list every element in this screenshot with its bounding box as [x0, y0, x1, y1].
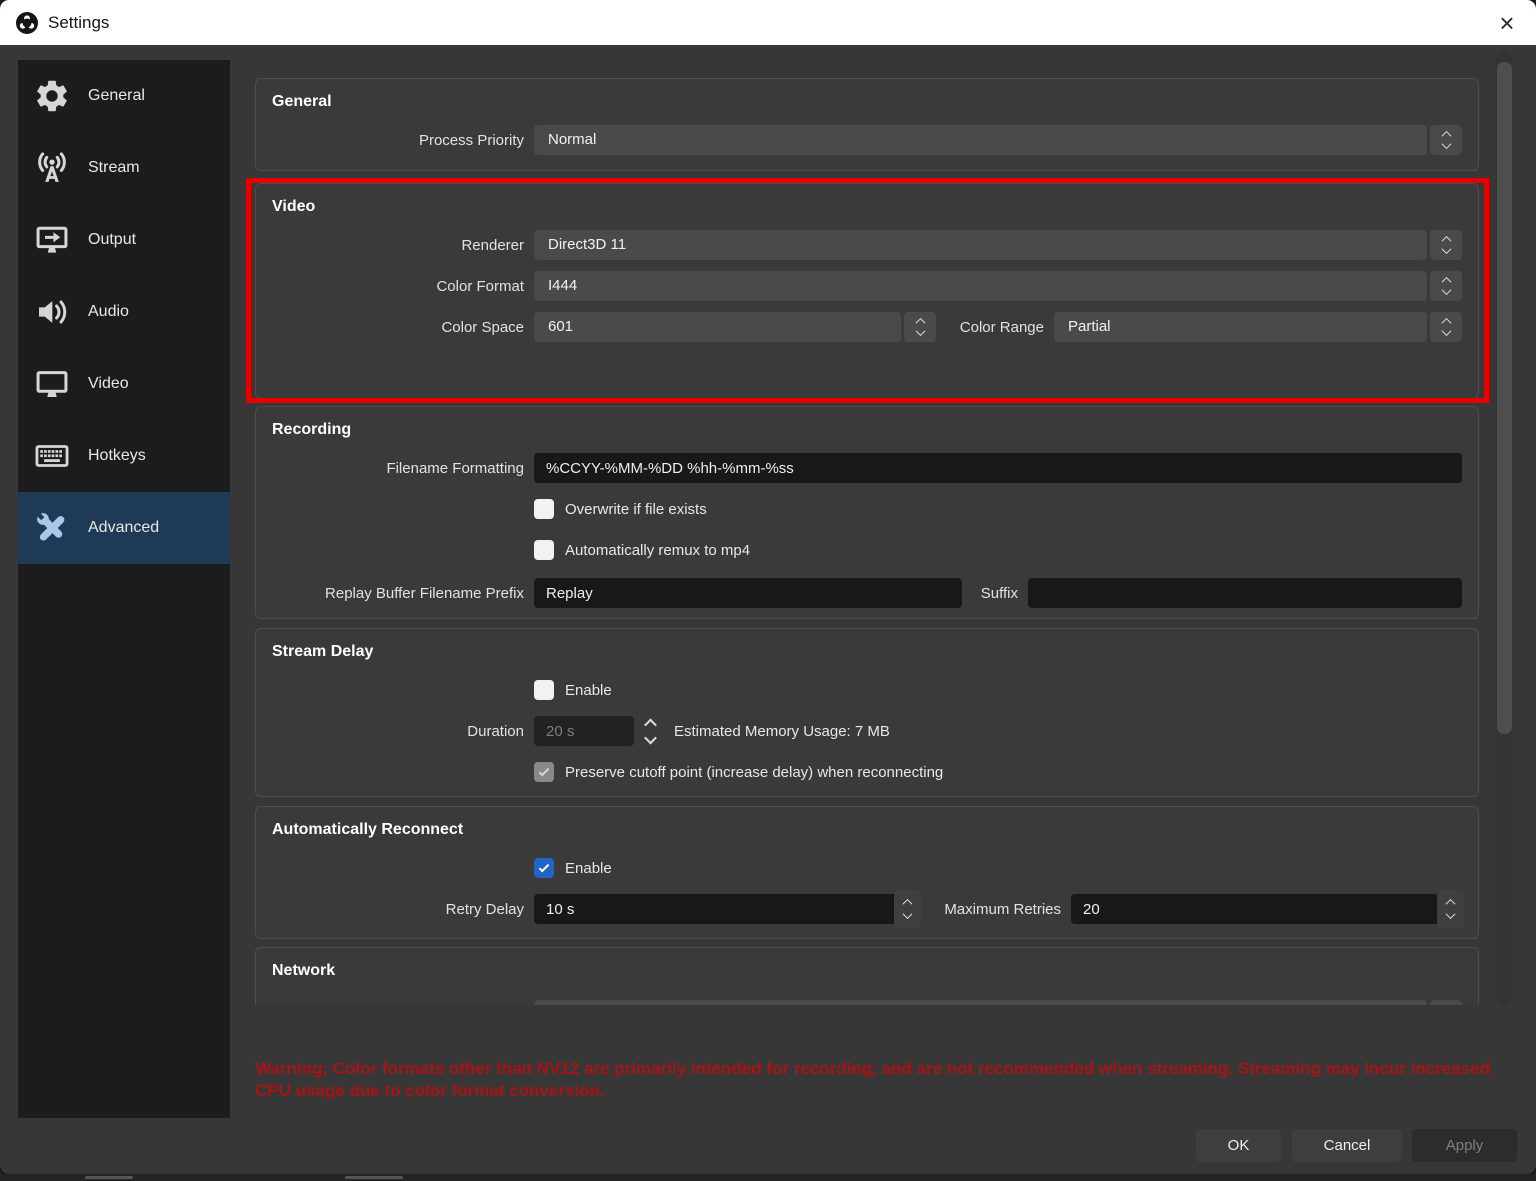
- duration-label: Duration: [272, 723, 534, 740]
- process-priority-label: Process Priority: [272, 132, 534, 149]
- preserve-cutoff-checkbox: [534, 762, 554, 782]
- chevron-up-down-icon[interactable]: [1430, 230, 1462, 260]
- color-space-value: 601: [534, 312, 901, 342]
- section-video: Video Renderer Direct3D 11 Color Format …: [255, 183, 1479, 399]
- color-range-label: Color Range: [936, 319, 1054, 336]
- color-range-value: Partial: [1054, 312, 1427, 342]
- section-stream-delay: Stream Delay Enable Duration Estimated M…: [255, 628, 1479, 797]
- section-title: Automatically Reconnect: [272, 821, 1462, 839]
- color-space-label: Color Space: [272, 319, 534, 336]
- retry-delay-label: Retry Delay: [272, 901, 534, 918]
- section-general: General Process Priority Normal: [255, 78, 1479, 171]
- chevron-up-down-icon[interactable]: [894, 890, 921, 928]
- chevron-up-down-icon[interactable]: [1430, 312, 1462, 342]
- color-format-label: Color Format: [272, 278, 534, 295]
- close-icon[interactable]: ×: [1492, 8, 1522, 38]
- preserve-cutoff-label: Preserve cutoff point (increase delay) w…: [565, 764, 943, 781]
- overwrite-checkbox[interactable]: [534, 499, 554, 519]
- taskbar-mark: [345, 1176, 403, 1179]
- color-format-value: I444: [534, 271, 1427, 301]
- section-title: Recording: [272, 421, 1462, 439]
- chevron-up-down-icon[interactable]: [1430, 271, 1462, 301]
- duration-input: [534, 716, 634, 746]
- section-auto-reconnect: Automatically Reconnect Enable Retry Del…: [255, 806, 1479, 939]
- color-range-dropdown[interactable]: Partial: [1054, 312, 1462, 342]
- section-title: Video: [272, 198, 1462, 216]
- filename-formatting-input[interactable]: [534, 453, 1462, 483]
- retry-delay-input[interactable]: [534, 894, 919, 924]
- warning-text: Warning: Color formats other than NV12 a…: [255, 1058, 1495, 1102]
- chevron-up-down-icon[interactable]: [904, 312, 936, 342]
- memory-usage-text: Estimated Memory Usage: 7 MB: [674, 723, 890, 740]
- ok-button[interactable]: OK: [1196, 1129, 1281, 1162]
- reconnect-enable-label: Enable: [565, 860, 612, 877]
- stream-delay-enable-row[interactable]: Enable: [534, 680, 612, 700]
- section-title: General: [272, 93, 1462, 111]
- bind-to-ip-dropdown[interactable]: Default: [534, 1000, 1462, 1005]
- color-space-dropdown[interactable]: 601: [534, 312, 936, 342]
- scrollbar-thumb[interactable]: [1497, 62, 1512, 734]
- process-priority-value: Normal: [534, 125, 1427, 155]
- section-network: Network Bind to IP Default: [255, 947, 1479, 1005]
- filename-formatting-label: Filename Formatting: [272, 460, 534, 477]
- apply-button[interactable]: Apply: [1412, 1129, 1517, 1162]
- taskbar-strip: [0, 1174, 1536, 1181]
- section-title: Network: [272, 962, 1462, 980]
- color-format-dropdown[interactable]: I444: [534, 271, 1462, 301]
- window-title: Settings: [48, 13, 109, 33]
- suffix-label: Suffix: [962, 585, 1028, 602]
- stream-delay-enable-label: Enable: [565, 682, 612, 699]
- max-retries-input[interactable]: [1071, 894, 1462, 924]
- settings-scroll-area: General Process Priority Normal Video Re…: [0, 45, 1536, 1005]
- replay-prefix-input[interactable]: [534, 578, 962, 608]
- reconnect-enable-checkbox[interactable]: [534, 858, 554, 878]
- remux-label: Automatically remux to mp4: [565, 542, 750, 559]
- replay-prefix-label: Replay Buffer Filename Prefix: [272, 585, 534, 602]
- overwrite-label: Overwrite if file exists: [565, 501, 707, 518]
- section-title: Stream Delay: [272, 643, 1462, 661]
- renderer-label: Renderer: [272, 237, 534, 254]
- chevron-up-down-icon: [638, 719, 662, 744]
- chevron-up-down-icon[interactable]: [1430, 1000, 1462, 1005]
- titlebar: Settings ×: [0, 0, 1536, 45]
- remux-checkbox-row[interactable]: Automatically remux to mp4: [534, 540, 750, 560]
- chevron-up-down-icon[interactable]: [1430, 125, 1462, 155]
- obs-logo-icon: [16, 12, 38, 34]
- chevron-up-down-icon[interactable]: [1437, 890, 1464, 928]
- settings-window: Settings × General Stream: [0, 0, 1536, 1174]
- overwrite-checkbox-row[interactable]: Overwrite if file exists: [534, 499, 707, 519]
- remux-checkbox[interactable]: [534, 540, 554, 560]
- stream-delay-enable-checkbox[interactable]: [534, 680, 554, 700]
- renderer-value: Direct3D 11: [534, 230, 1427, 260]
- reconnect-enable-row[interactable]: Enable: [534, 858, 612, 878]
- taskbar-mark: [85, 1176, 133, 1179]
- suffix-input[interactable]: [1028, 578, 1462, 608]
- process-priority-dropdown[interactable]: Normal: [534, 125, 1462, 155]
- section-recording: Recording Filename Formatting Overwrite …: [255, 406, 1479, 619]
- bind-to-ip-value: Default: [534, 1000, 1427, 1005]
- max-retries-label: Maximum Retries: [919, 901, 1071, 918]
- cancel-button[interactable]: Cancel: [1292, 1129, 1402, 1162]
- renderer-dropdown[interactable]: Direct3D 11: [534, 230, 1462, 260]
- preserve-cutoff-row: Preserve cutoff point (increase delay) w…: [534, 762, 943, 782]
